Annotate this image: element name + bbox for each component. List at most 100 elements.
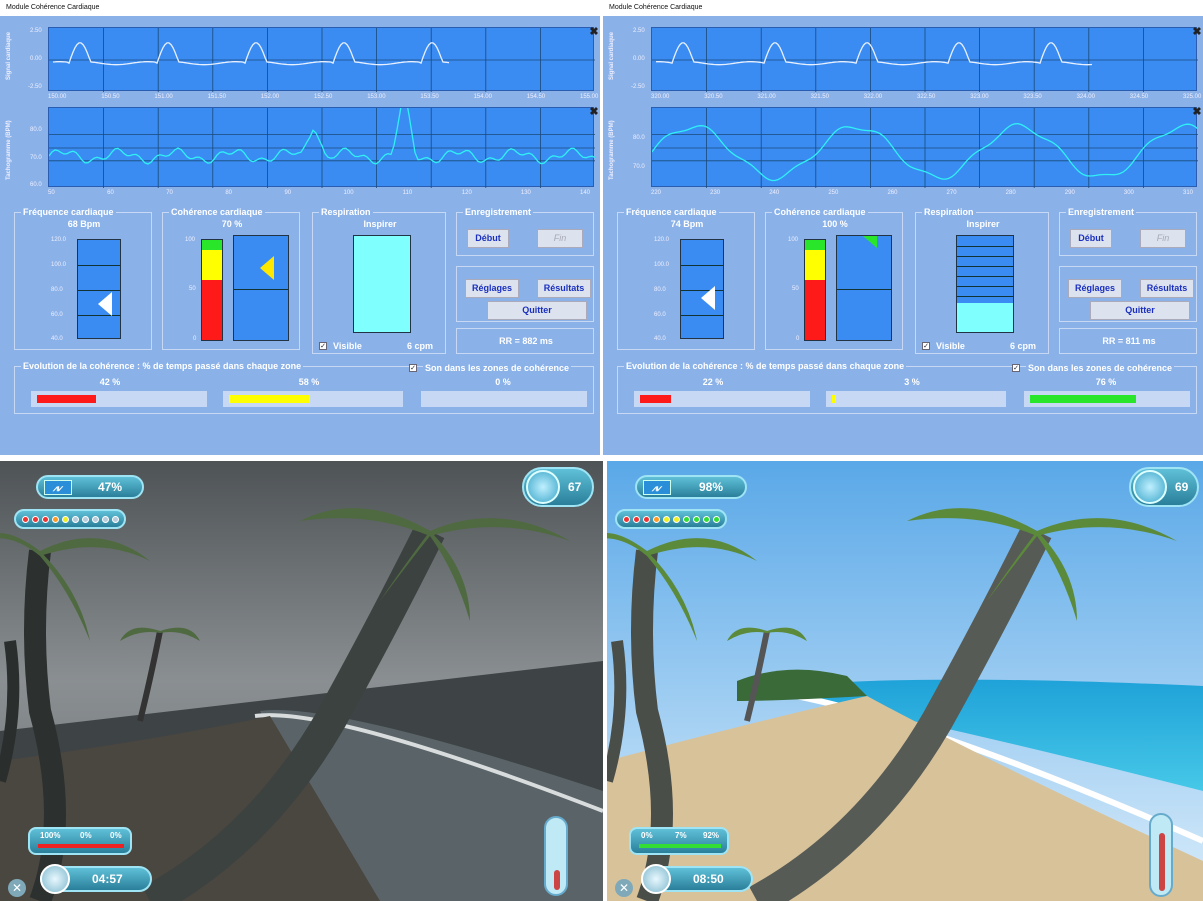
coh-value: 100 % xyxy=(822,219,848,229)
quit-button[interactable]: Quitter xyxy=(1090,301,1190,320)
signal-xticks: 320.00 320.50 321.00 321.50 322.00 322.50 323.… xyxy=(651,94,1201,102)
freq-title: Fréquence cardiaque xyxy=(624,207,719,217)
x-tick-label: 310 xyxy=(1183,190,1194,196)
thermometer-icon xyxy=(1149,813,1173,897)
x-tick-label: 321.50 xyxy=(810,94,829,100)
x-tick-label: 70 xyxy=(166,190,173,196)
freq-tick: 120.0 xyxy=(654,237,670,243)
quit-button[interactable]: Quitter xyxy=(487,301,587,320)
zones-hud: 100% 0% 0% xyxy=(28,827,132,855)
coherence-value: 47% xyxy=(98,480,123,494)
x-tick-label: 290 xyxy=(1064,190,1075,196)
left-app-window: Module Cohérence Cardiaque Signal cardia… xyxy=(0,0,600,455)
controls-panel: Réglages Résultats Quitter xyxy=(1059,266,1197,322)
visible-checkbox[interactable]: ✓ xyxy=(319,342,327,350)
yellow-percent: 3 % xyxy=(904,377,920,387)
x-tick-label: 322.50 xyxy=(917,94,936,100)
evo-title: Evolution de la cohérence : % de temps p… xyxy=(624,361,907,371)
tacho-graph xyxy=(651,107,1198,188)
end-button[interactable]: Fin xyxy=(537,229,583,248)
tacho-plot xyxy=(652,108,1198,188)
signal-xticks: 150.00 150.50 151.00 151.50 152.00 152.50 153.… xyxy=(48,94,598,102)
x-tick-label: 323.00 xyxy=(970,94,989,100)
evo-title: Evolution de la cohérence : % de temps p… xyxy=(21,361,304,371)
tacho-ylabel: Tachogramme (BPM) xyxy=(609,120,615,180)
resp-panel: Respiration Inspirer ✓ Visible 6 cpm xyxy=(915,207,1049,354)
x-tick-label: 230 xyxy=(710,190,721,196)
x-tick-label: 250 xyxy=(828,190,839,196)
dot-yellow xyxy=(673,516,680,523)
resp-state: Inspirer xyxy=(966,219,1000,229)
score-hud: 67 xyxy=(522,467,594,507)
close-graph-icon[interactable]: ✖ xyxy=(588,107,600,119)
red-bar xyxy=(634,391,810,407)
tacho-xticks: 220 230 240 250 260 270 280 290 300 310 xyxy=(651,190,1197,198)
x-tick-label: 151.50 xyxy=(207,94,226,100)
x-tick-label: 320.00 xyxy=(651,94,670,100)
window-title: Module Cohérence Cardiaque xyxy=(603,0,1203,16)
resp-box xyxy=(956,235,1014,333)
dot-red xyxy=(633,516,640,523)
start-button[interactable]: Début xyxy=(467,229,509,248)
dot-yellow xyxy=(663,516,670,523)
red-fill xyxy=(37,395,96,403)
zone-yellow: 7% xyxy=(675,831,687,840)
freq-tick: 40.0 xyxy=(51,336,63,342)
coh-title: Cohérence cardiaque xyxy=(169,207,265,217)
visible-checkbox[interactable]: ✓ xyxy=(922,342,930,350)
x-tick-label: 300 xyxy=(1123,190,1134,196)
close-graph-icon[interactable]: ✖ xyxy=(588,27,600,39)
x-tick-label: 110 xyxy=(402,190,413,196)
timer-value: 04:57 xyxy=(92,872,123,886)
coh-title: Cohérence cardiaque xyxy=(772,207,868,217)
tacho-ytick: 80.0 xyxy=(30,127,42,133)
results-button[interactable]: Résultats xyxy=(537,279,591,298)
end-button[interactable]: Fin xyxy=(1140,229,1186,248)
zones-hud: 0% 7% 92% xyxy=(629,827,729,855)
x-tick-label: 280 xyxy=(1005,190,1016,196)
clock-dial-icon xyxy=(526,470,560,504)
settings-icon[interactable]: ✕ xyxy=(615,879,633,897)
signal-ytick: 0.00 xyxy=(30,56,42,62)
heart-signal-icon: ⩘⩗ xyxy=(643,480,671,495)
freq-tick: 100.0 xyxy=(51,262,67,268)
coh-marker xyxy=(863,236,877,248)
yellow-percent: 58 % xyxy=(298,377,320,387)
dot-red xyxy=(32,516,39,523)
close-graph-icon[interactable]: ✖ xyxy=(1191,27,1203,39)
settings-icon[interactable]: ✕ xyxy=(8,879,26,897)
freq-gauge xyxy=(77,239,121,339)
zone-progress xyxy=(639,844,721,848)
coh-tick: 100 xyxy=(185,237,196,243)
start-button[interactable]: Début xyxy=(1070,229,1112,248)
freq-panel: Fréquence cardiaque 74 Bpm 120.0 100.0 8… xyxy=(617,207,755,350)
sound-checkbox[interactable]: ✓ xyxy=(1012,364,1020,372)
breath-dots xyxy=(615,509,727,529)
sound-checkbox[interactable]: ✓ xyxy=(409,364,417,372)
coh-tick: 100 xyxy=(788,237,799,243)
tacho-graph xyxy=(48,107,595,188)
coh-tick: 50 xyxy=(189,286,196,292)
coh-gauge xyxy=(233,235,289,341)
dot-orange xyxy=(52,516,59,523)
x-tick-label: 130 xyxy=(520,190,531,196)
dot-green xyxy=(683,516,690,523)
dot-green xyxy=(693,516,700,523)
rec-panel: Enregistrement Début Fin xyxy=(1059,207,1197,256)
dot-red xyxy=(623,516,630,523)
dot-green xyxy=(713,516,720,523)
signal-ylabel: Signal cardiaque xyxy=(609,31,615,80)
x-tick-label: 154.00 xyxy=(473,94,492,100)
close-graph-icon[interactable]: ✖ xyxy=(1191,107,1203,119)
x-tick-label: 120 xyxy=(461,190,472,196)
controls-panel: Réglages Résultats Quitter xyxy=(456,266,594,322)
x-tick-label: 151.00 xyxy=(154,94,173,100)
rr-panel: RR = 811 ms xyxy=(1059,328,1197,354)
results-button[interactable]: Résultats xyxy=(1140,279,1194,298)
settings-button[interactable]: Réglages xyxy=(1068,279,1122,298)
dot-empty xyxy=(92,516,99,523)
x-tick-label: 150.50 xyxy=(101,94,120,100)
freq-tick: 60.0 xyxy=(654,312,666,318)
settings-button[interactable]: Réglages xyxy=(465,279,519,298)
x-tick-label: 260 xyxy=(887,190,898,196)
